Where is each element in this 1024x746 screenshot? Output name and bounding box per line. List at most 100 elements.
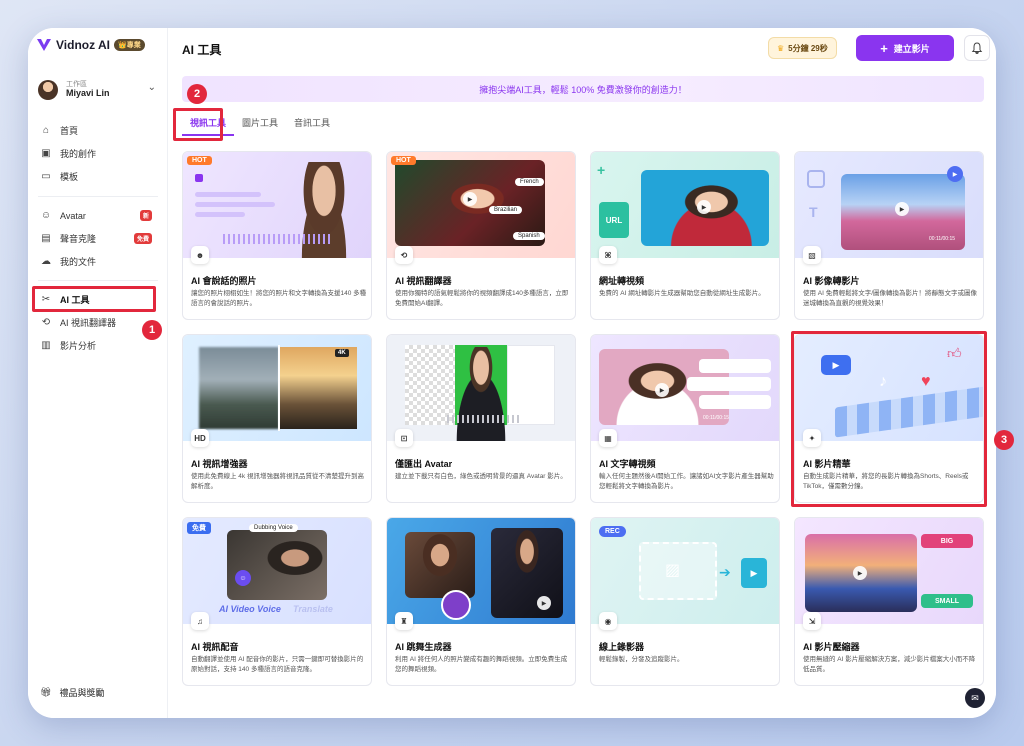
language-chip: French [515, 178, 544, 186]
play-icon: ▶ [655, 383, 669, 397]
sidebar-item-label: 影片分析 [60, 341, 97, 351]
user-card-icon: ☺ [40, 210, 52, 221]
arrow-right-icon: ➔ [719, 564, 731, 580]
card-thumbnail: ▶ [387, 518, 575, 624]
sidebar-item-label: Avatar [60, 210, 86, 221]
tool-card-url-to-video[interactable]: + URL ▶ ⌘ 網址轉視頻 免費的 AI 網址轉影片生成器幫助您自動從網址生… [590, 151, 780, 320]
promo-banner[interactable]: 擁抱尖端AI工具，輕鬆 100% 免費激發你的創造力！ [182, 76, 984, 102]
url-file-icon: URL [599, 202, 629, 238]
tool-card-text-to-video[interactable]: ▶ 00:11/00:15 ▦ AI 文字轉視頻 輸入任何主題然後AI開始工作。… [590, 334, 780, 503]
card-title: AI 會說話的照片 [191, 276, 257, 286]
sidebar-item-avatar[interactable]: ☺ Avatar 新 [28, 204, 168, 227]
card-thumbnail: 4K [183, 335, 371, 441]
rec-badge: REC [599, 526, 626, 537]
create-video-label: 建立影片 [893, 43, 930, 54]
plus-icon: + [880, 40, 888, 56]
sidebar-item-my-creations[interactable]: ▣ 我的創作 [28, 142, 168, 165]
notification-bell[interactable] [964, 35, 990, 61]
card-thumbnail: T ▶ ▶ 00:11/00:15 [795, 152, 983, 258]
card-title: 線上錄影器 [599, 642, 645, 652]
card-title: AI 影片壓縮器 [803, 642, 860, 652]
card-description: 自動翻譯並使用 AI 配音你的影片，只需一鍵即可替換影片的原始對話，支持 140… [191, 656, 364, 673]
resolution-badge: 4K [335, 349, 349, 357]
card-thumbnail: ▶ BIG SMALL [795, 518, 983, 624]
sidebar-item-label: 聲音克隆 [60, 234, 97, 244]
card-thumbnail: + URL ▶ [591, 152, 779, 258]
tool-card-image-to-video[interactable]: T ▶ ▶ 00:11/00:15 ▧ AI 影像轉影片 使用 AI 免費輕鬆將… [794, 151, 984, 320]
workspace-switcher[interactable]: 工作區 Miyavi Lin ⌄ [38, 76, 160, 104]
new-badge: 新 [139, 210, 152, 221]
image-to-video-icon: ▧ [803, 246, 821, 264]
overlay-subtitle: Translate [293, 604, 333, 614]
text-to-video-icon: ▦ [599, 429, 617, 447]
page-title: AI 工具 [182, 43, 222, 57]
sidebar-item-label: 首頁 [60, 126, 79, 136]
card-description: 使用此免費線上 4k 視訊增強器將視訊品質從不清楚提升到高解析度。 [191, 473, 364, 490]
tool-card-video-dubbing[interactable]: 免費 Dubbing Voice ☺ AI Video Voice Transl… [182, 517, 372, 686]
card-title: 僅匯出 Avatar [395, 459, 453, 469]
recorder-icon: ◉ [599, 612, 617, 630]
big-size-badge: BIG [921, 534, 973, 548]
chat-support-button[interactable]: ✉ [965, 688, 985, 708]
minutes-balance[interactable]: ♛ 5分鐘 29秒 [768, 37, 837, 59]
dubbing-voice-chip: Dubbing Voice [249, 524, 298, 532]
home-icon: ⌂ [42, 125, 50, 136]
sidebar-item-templates[interactable]: ▭ 模板 [28, 165, 168, 188]
sidebar-item-label: 我的創作 [60, 149, 97, 159]
avatar [38, 80, 58, 100]
bell-icon [971, 42, 983, 54]
minutes-text: 5分鐘 29秒 [788, 43, 828, 53]
card-description: 使用你獨特的語氣輕鬆將你的視頻翻譯成140多種語言，立即免費開始AI翻譯。 [395, 290, 569, 307]
analytics-icon: ▥ [41, 340, 51, 351]
highlight-box-ai-tools [32, 286, 156, 312]
logo[interactable]: Vidnoz AI 👑專業 [36, 37, 145, 53]
card-description: 免費的 AI 網址轉影片生成器幫助您自動從網址生成影片。 [599, 290, 765, 297]
play-square-icon: ▣ [41, 148, 51, 159]
tab-image-tools[interactable]: 圖片工具 [234, 112, 286, 136]
sidebar-item-gifts[interactable]: 🎁︎ 禮品與獎勵 [40, 686, 104, 699]
sidebar-item-label: 模板 [60, 172, 79, 182]
app-window: Vidnoz AI 👑專業 工作區 Miyavi Lin ⌄ ⌂ 首頁 ▣ 我的… [28, 28, 996, 718]
card-thumbnail: 免費 Dubbing Voice ☺ AI Video Voice Transl… [183, 518, 371, 624]
main-content: AI 工具 ♛ 5分鐘 29秒 + 建立影片 擁抱尖端AI工具，輕鬆 100% … [168, 28, 996, 718]
dance-icon: ♜ [395, 612, 413, 630]
cloud-upload-icon: ☁ [41, 256, 51, 267]
tool-card-dance-generator[interactable]: ▶ ♜ AI 跳舞生成器 利用 AI 將任何人的照片變成有趣的舞蹈視頻。立即免費… [386, 517, 576, 686]
tool-card-video-enhancer[interactable]: 4K HD AI 視訊增強器 使用此免費線上 4k 視訊增強器將視訊品質從不清楚… [182, 334, 372, 503]
language-chip: Spanish [513, 232, 545, 240]
card-description: 輸入任何主題然後AI開始工作。讓諸如AI文字影片產生器幫助您輕鬆將文字轉換為影片… [599, 473, 774, 490]
pro-badge: 👑專業 [114, 39, 145, 51]
card-description: 利用 AI 將任何人的照片變成有趣的舞蹈視頻。立即免費生成您的舞蹈視頻。 [395, 656, 568, 673]
create-video-button[interactable]: + 建立影片 [856, 35, 954, 61]
tool-card-video-translator[interactable]: HOT ▶ French Brazilian Spanish ⟲ AI 視訊翻譯… [386, 151, 576, 320]
step-marker-2: 2 [187, 84, 207, 104]
card-title: AI 跳舞生成器 [395, 642, 452, 652]
card-title: AI 視訊翻譯器 [395, 276, 452, 286]
play-icon: ▶ [895, 202, 909, 216]
sidebar-item-voice-clone[interactable]: ▤ 聲音克隆 免費 [28, 227, 168, 250]
tool-card-avatar-export[interactable]: ⊡ 僅匯出 Avatar 建立並下載只有白色，綠色或透明背景的逼真 Avatar… [386, 334, 576, 503]
time-label: 00:11/00:15 [929, 236, 956, 242]
tool-card-talking-photo[interactable]: HOT ☻ AI 會說話的照片 讓您的照片栩栩如生！將您的照片和文字轉換為支援1… [182, 151, 372, 320]
hot-badge: HOT [391, 156, 416, 165]
card-thumbnail: HOT ▶ French Brazilian Spanish [387, 152, 575, 258]
play-icon: ▶ [697, 200, 711, 214]
sidebar-item-label: 我的文件 [60, 257, 97, 267]
top-bar: AI 工具 ♛ 5分鐘 29秒 + 建立影片 [168, 28, 996, 68]
sidebar-item-label: AI 視訊翻譯器 [60, 318, 117, 328]
sidebar-item-my-files[interactable]: ☁ 我的文件 [28, 250, 168, 273]
card-title: 網址轉視頻 [599, 276, 645, 286]
sidebar-item-home[interactable]: ⌂ 首頁 [28, 119, 168, 142]
nav-group-main: ⌂ 首頁 ▣ 我的創作 ▭ 模板 [28, 119, 168, 188]
card-title: AI 文字轉視頻 [599, 459, 656, 469]
tool-card-online-recorder[interactable]: REC ▨ ➔ ▶ ◉ 線上錄影器 輕鬆錄製，分發及追蹤影片。 [590, 517, 780, 686]
vidnoz-logo-icon [37, 39, 51, 51]
divider [38, 280, 158, 281]
card-thumbnail: HOT [183, 152, 371, 258]
talking-photo-icon: ☻ [191, 246, 209, 264]
time-label: 00:11/00:15 [703, 415, 730, 421]
url-icon: ⌘ [599, 246, 617, 264]
tool-card-video-compressor[interactable]: ▶ BIG SMALL ⇲ AI 影片壓縮器 使用無縫的 AI 影片壓縮解決方案… [794, 517, 984, 686]
image-icon: ▨ [665, 562, 681, 579]
tab-audio-tools[interactable]: 音訊工具 [286, 112, 338, 136]
